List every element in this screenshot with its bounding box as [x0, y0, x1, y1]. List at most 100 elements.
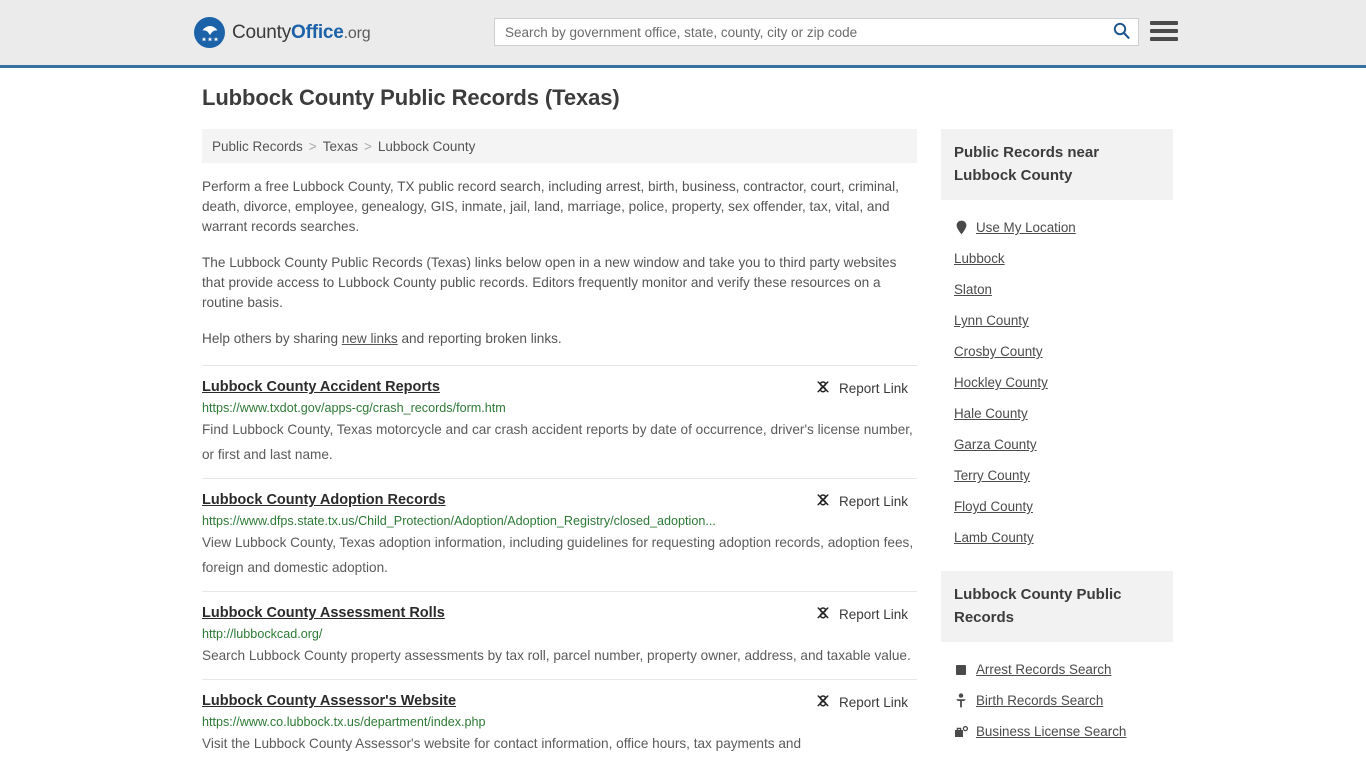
sidebar-item-lamb-county[interactable]: Lamb County: [943, 522, 1171, 553]
site-header: CountyOffice.org: [0, 0, 1366, 68]
eagle-shield-logo-icon: [194, 17, 225, 48]
logo-text-org: .org: [343, 24, 371, 42]
record-header: Lubbock County Assessor's Website Report…: [202, 693, 917, 712]
sidebar-item-birth-records-search[interactable]: Birth Records Search: [943, 685, 1171, 716]
nearby-records-panel: Public Records near Lubbock County Use M…: [941, 129, 1173, 553]
sidebar-item-arrest-records-search[interactable]: Arrest Records Search: [943, 654, 1171, 685]
record-url[interactable]: http://lubbockcad.org/: [202, 627, 917, 641]
logo-text-office: Office: [291, 21, 344, 43]
record-description: Visit the Lubbock County Assessor's webs…: [202, 736, 802, 751]
sidebar-item-lynn-county[interactable]: Lynn County: [943, 305, 1171, 336]
content-columns: Public Records > Texas > Lubbock County …: [193, 129, 1173, 767]
breadcrumb-item-lubbock-county: Lubbock County: [377, 138, 476, 154]
logo-wordmark: CountyOffice.org: [232, 21, 371, 44]
record-description: Search Lubbock County property assessmen…: [202, 648, 911, 663]
record-title-link[interactable]: Lubbock County Accident Reports: [202, 379, 440, 395]
record-url[interactable]: https://www.txdot.gov/apps-cg/crash_reco…: [202, 401, 917, 415]
intro-paragraph-1: Perform a free Lubbock County, TX public…: [202, 179, 899, 234]
sidebar-link-label[interactable]: Lubbock: [954, 251, 1005, 266]
sidebar-link-label[interactable]: Arrest Records Search: [976, 662, 1111, 677]
main-content: Public Records > Texas > Lubbock County …: [202, 129, 917, 767]
report-link-button[interactable]: Report Link: [815, 492, 917, 511]
broken-link-icon: [815, 693, 831, 712]
intro-section: Perform a free Lubbock County, TX public…: [202, 177, 917, 349]
intro-text-before-link: Help others by sharing: [202, 331, 342, 346]
site-logo[interactable]: CountyOffice.org: [194, 17, 371, 48]
report-link-label: Report Link: [838, 695, 908, 710]
record-title-link[interactable]: Lubbock County Assessment Rolls: [202, 605, 445, 621]
record-description: View Lubbock County, Texas adoption info…: [202, 535, 914, 575]
page-container: Lubbock County Public Records (Texas) Pu…: [193, 68, 1173, 767]
search-input[interactable]: [495, 19, 1104, 45]
menu-bar-1: [1150, 21, 1178, 25]
sidebar-item-garza-county[interactable]: Garza County: [943, 429, 1171, 460]
sidebar-link-label[interactable]: Lynn County: [954, 313, 1029, 328]
sidebar-item-lubbock[interactable]: Lubbock: [943, 243, 1171, 274]
county-records-heading: Lubbock County Public Records: [941, 571, 1173, 642]
broken-link-icon: [815, 379, 831, 398]
sidebar-link-label[interactable]: Hockley County: [954, 375, 1048, 390]
sidebar-link-label[interactable]: Floyd County: [954, 499, 1033, 514]
logo-text-county: County: [232, 21, 292, 43]
new-links-link[interactable]: new links: [342, 331, 398, 346]
location-pin-icon: [954, 220, 968, 235]
sidebar-link-label[interactable]: Business License Search: [976, 724, 1126, 739]
record-item: Lubbock County Accident Reports Report L…: [202, 365, 917, 478]
county-records-panel: Lubbock County Public Records Arrest Rec…: [941, 571, 1173, 747]
breadcrumb-separator: >: [308, 138, 317, 154]
record-item: Lubbock County Adoption Records Report L…: [202, 478, 917, 591]
sidebar-link-label[interactable]: Terry County: [954, 468, 1030, 483]
sidebar-item-hockley-county[interactable]: Hockley County: [943, 367, 1171, 398]
intro-text-after-link: and reporting broken links.: [397, 331, 562, 346]
baby-icon: [954, 693, 968, 708]
breadcrumb-item-public-records[interactable]: Public Records: [212, 139, 303, 154]
sidebar-item-terry-county[interactable]: Terry County: [943, 460, 1171, 491]
sidebar-item-crosby-county[interactable]: Crosby County: [943, 336, 1171, 367]
sidebar-item-business-license-search[interactable]: Business License Search: [943, 716, 1171, 747]
page-title: Lubbock County Public Records (Texas): [202, 85, 620, 110]
report-link-label: Report Link: [838, 607, 908, 622]
broken-link-icon: [815, 605, 831, 624]
county-records-list: Arrest Records Search Birth Records Sear…: [941, 642, 1173, 747]
report-link-label: Report Link: [838, 494, 908, 509]
record-item: Lubbock County Assessment Rolls Report L…: [202, 591, 917, 679]
record-header: Lubbock County Adoption Records Report L…: [202, 492, 917, 511]
broken-link-icon: [815, 492, 831, 511]
breadcrumb-separator: >: [363, 138, 372, 154]
report-link-button[interactable]: Report Link: [815, 605, 917, 624]
sidebar-item-floyd-county[interactable]: Floyd County: [943, 491, 1171, 522]
search-icon: [1113, 22, 1130, 42]
menu-bar-2: [1150, 29, 1178, 33]
breadcrumb: Public Records > Texas > Lubbock County: [202, 129, 917, 163]
report-link-button[interactable]: Report Link: [815, 379, 917, 398]
record-item: Lubbock County Assessor's Website Report…: [202, 679, 917, 767]
record-title-link[interactable]: Lubbock County Adoption Records: [202, 492, 446, 508]
sidebar-link-label[interactable]: Lamb County: [954, 530, 1034, 545]
report-link-label: Report Link: [838, 381, 908, 396]
record-url[interactable]: https://www.co.lubbock.tx.us/department/…: [202, 715, 917, 729]
menu-bar-3: [1150, 37, 1178, 41]
breadcrumb-item-texas[interactable]: Texas: [323, 139, 358, 154]
hamburger-menu-icon[interactable]: [1150, 18, 1178, 44]
sidebar: Public Records near Lubbock County Use M…: [941, 129, 1173, 765]
record-title-link[interactable]: Lubbock County Assessor's Website: [202, 693, 456, 709]
sidebar-link-label[interactable]: Garza County: [954, 437, 1037, 452]
search-button[interactable]: [1104, 19, 1138, 45]
fingerprint-icon: [954, 664, 968, 676]
sidebar-link-label[interactable]: Birth Records Search: [976, 693, 1103, 708]
sidebar-item-use-my-location[interactable]: Use My Location: [943, 212, 1171, 243]
sidebar-link-label[interactable]: Slaton: [954, 282, 992, 297]
nearby-records-list: Use My Location Lubbock Slaton Lynn Coun…: [941, 200, 1173, 553]
search-bar[interactable]: [494, 18, 1139, 46]
sidebar-item-hale-county[interactable]: Hale County: [943, 398, 1171, 429]
record-url[interactable]: https://www.dfps.state.tx.us/Child_Prote…: [202, 514, 917, 528]
intro-paragraph-2: The Lubbock County Public Records (Texas…: [202, 255, 897, 310]
briefcase-gear-icon: [954, 725, 968, 738]
record-header: Lubbock County Assessment Rolls Report L…: [202, 605, 917, 624]
intro-paragraph-3: Help others by sharing new links and rep…: [202, 329, 917, 349]
report-link-button[interactable]: Report Link: [815, 693, 917, 712]
sidebar-link-label[interactable]: Hale County: [954, 406, 1028, 421]
sidebar-link-label[interactable]: Crosby County: [954, 344, 1043, 359]
sidebar-item-slaton[interactable]: Slaton: [943, 274, 1171, 305]
sidebar-link-label[interactable]: Use My Location: [976, 220, 1076, 235]
